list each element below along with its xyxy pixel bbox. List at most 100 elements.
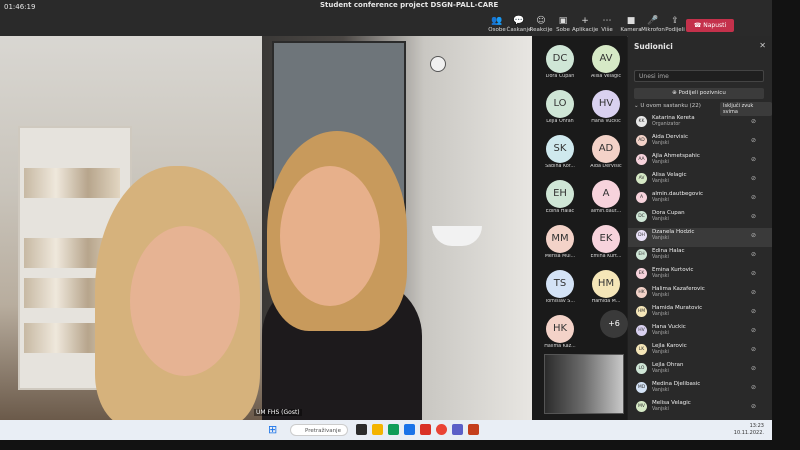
gallery-tile-name: Emina Kurt...	[590, 254, 622, 259]
mic-muted-icon: ⊘	[750, 403, 756, 410]
participant-name: Alisa Velagic	[652, 172, 687, 178]
participant-row[interactable]: EH Edina Halac Vanjski ⊘	[628, 247, 772, 266]
avatar: AD	[636, 135, 647, 146]
gallery-tile-name: Merisa Mul...	[544, 254, 576, 259]
participant-name: almin.dautbegovic	[652, 191, 704, 197]
avatar: HM	[636, 306, 647, 317]
gallery-tile-name: Lejla Ohran	[546, 119, 574, 124]
person-add-icon: ⊕	[672, 90, 677, 96]
powerpoint-icon[interactable]	[468, 424, 479, 435]
participant-row[interactable]: LO Lejla Ohran Vanjski ⊘	[628, 361, 772, 380]
mic-muted-icon: ⊘	[750, 270, 756, 277]
participant-row[interactable]: DC Dora Cupan Vanjski ⊘	[628, 209, 772, 228]
window-title: Student conference project DSGN-PALL-CAR…	[320, 1, 499, 9]
participant-row[interactable]: EK Emina Kurtovic Vanjski ⊘	[628, 266, 772, 285]
avatar: EH	[636, 249, 647, 260]
participant-row[interactable]: Aalmin.dautbegovic Vanjski ⊘	[628, 190, 772, 209]
system-tray-clock[interactable]: 13:23 10.11.2022.	[734, 423, 764, 437]
taskbar-search[interactable]: Pretraživanje	[290, 424, 348, 436]
avatar: AV	[592, 45, 620, 73]
file-explorer-icon[interactable]	[372, 424, 383, 435]
participant-name: Emina Kurtovic	[652, 267, 694, 273]
participant-row[interactable]: KK Katarina Kereta Organizator ⊘	[628, 114, 772, 133]
teams-icon[interactable]	[452, 424, 463, 435]
meeting-timer: 01:46:19	[4, 3, 36, 11]
participant-row[interactable]: AD Aida Dervisic Vanjski ⊘	[628, 133, 772, 152]
task-view-icon[interactable]	[356, 424, 367, 435]
gallery-tile[interactable]: AV Alisa Velagic	[584, 42, 628, 88]
gallery-tile-name: almin.daut...	[590, 209, 622, 214]
mic-muted-icon: ⊘	[750, 346, 756, 353]
close-icon[interactable]: ✕	[759, 41, 766, 50]
more-icon: ⋯	[602, 16, 612, 26]
avatar: HV	[636, 325, 647, 336]
share-invite-button[interactable]: ⊕ Podijeli pozivnicu	[634, 88, 764, 99]
self-view-video[interactable]	[544, 354, 624, 414]
gallery-tile[interactable]: HM Hamida M...	[584, 267, 628, 313]
gallery-tile[interactable]: MM Merisa Mul...	[538, 222, 582, 268]
participant-row[interactable]: HK Halima Kazaferovic Vanjski ⊘	[628, 285, 772, 304]
video-stage: UM FHS (Gost)	[0, 36, 532, 420]
participant-row[interactable]: DH Dzanela Hodzic Vanjski ⊘	[628, 228, 772, 247]
participant-name: Edina Halac	[652, 248, 685, 254]
gallery-tile[interactable]: SK Sabina Kor...	[538, 132, 582, 178]
gallery-tile[interactable]: HV Hana Vuckic	[584, 87, 628, 133]
edge-icon[interactable]	[388, 424, 399, 435]
share-button[interactable]: ⇪ Podijeli	[662, 16, 688, 36]
participant-row[interactable]: MD Medina Djelibasic Vanjski ⊘	[628, 380, 772, 399]
participant-name: Lejla Ohran	[652, 362, 684, 368]
gallery-tile[interactable]: EH Edina Halac	[538, 177, 582, 223]
avatar: SK	[546, 135, 574, 163]
more-participants-button[interactable]: +6	[600, 310, 628, 338]
avatar: HV	[592, 90, 620, 118]
gallery-tile-name: Sabina Kor...	[545, 164, 575, 169]
participant-name: Ajla Ahmetspahic	[652, 153, 700, 159]
gallery-tile[interactable]: DC Dora Cupan	[538, 42, 582, 88]
participant-row[interactable]: LK Lejla Karovic Vanjski ⊘	[628, 342, 772, 361]
mic-muted-icon: ⊘	[750, 365, 756, 372]
participant-name: Melisa Velagic	[652, 400, 691, 406]
avatar: MD	[636, 382, 647, 393]
mic-muted-icon: ⊘	[750, 194, 756, 201]
participant-row[interactable]: AV Alisa Velagic Vanjski ⊘	[628, 171, 772, 190]
gallery-tile[interactable]: AD Aida Dervisic	[584, 132, 628, 178]
participant-role: Vanjski	[652, 141, 669, 146]
participant-name: Hana Vuckic	[652, 324, 686, 330]
gallery-tile[interactable]: EK Emina Kurt...	[584, 222, 628, 268]
video-tile-right[interactable]	[262, 36, 532, 420]
section-header[interactable]: ⌄ U ovom sastanku (22)	[634, 103, 701, 109]
gallery-tile[interactable]: HK Halima Kaz...	[538, 312, 582, 358]
gallery-tile[interactable]: LO Lejla Ohran	[538, 87, 582, 133]
participants-panel: Sudionici ✕ Unesi ime ⊕ Podijeli pozivni…	[628, 36, 772, 420]
participant-role: Vanjski	[652, 312, 669, 317]
gallery-tile[interactable]: TS Tomislav S...	[538, 267, 582, 313]
more-button[interactable]: ⋯ Više	[594, 16, 620, 36]
avatar: EK	[592, 225, 620, 253]
participant-row[interactable]: AA Ajla Ahmetspahic Vanjski ⊘	[628, 152, 772, 171]
windows-start-icon[interactable]: ⊞	[268, 424, 280, 436]
chrome-icon[interactable]	[436, 424, 447, 435]
participant-role: Vanjski	[652, 217, 669, 222]
participant-role: Vanjski	[652, 407, 669, 412]
avatar: LO	[636, 363, 647, 374]
participant-row[interactable]: HM Hamida Muratovic Vanjski ⊘	[628, 304, 772, 323]
office-icon[interactable]	[420, 424, 431, 435]
mic-muted-icon: ⊘	[750, 156, 756, 163]
mic-muted-icon: ⊘	[750, 384, 756, 391]
video-name-label: UM FHS (Gost)	[254, 409, 302, 416]
participant-role: Vanjski	[652, 350, 669, 355]
mic-muted-icon: ⊘	[750, 118, 756, 125]
participant-row[interactable]: MV Melisa Velagic Vanjski ⊘	[628, 399, 772, 418]
avatar: AA	[636, 154, 647, 165]
gallery-tile[interactable]: Aalmin.daut...	[584, 177, 628, 223]
mic-muted-icon: ⊘	[750, 232, 756, 239]
leave-button[interactable]: ☎ Napusti	[686, 19, 734, 32]
participant-row[interactable]: HV Hana Vuckic Vanjski ⊘	[628, 323, 772, 342]
store-icon[interactable]	[404, 424, 415, 435]
participant-search-input[interactable]: Unesi ime	[634, 70, 764, 82]
windows-taskbar: ⊞ Pretraživanje 13:23 10.11.2022.	[0, 420, 772, 440]
phone-icon: ☎	[693, 22, 702, 29]
participant-name: Aida Dervisic	[652, 134, 688, 140]
video-tile-left[interactable]	[0, 36, 262, 420]
participant-name: Dora Cupan	[652, 210, 685, 216]
